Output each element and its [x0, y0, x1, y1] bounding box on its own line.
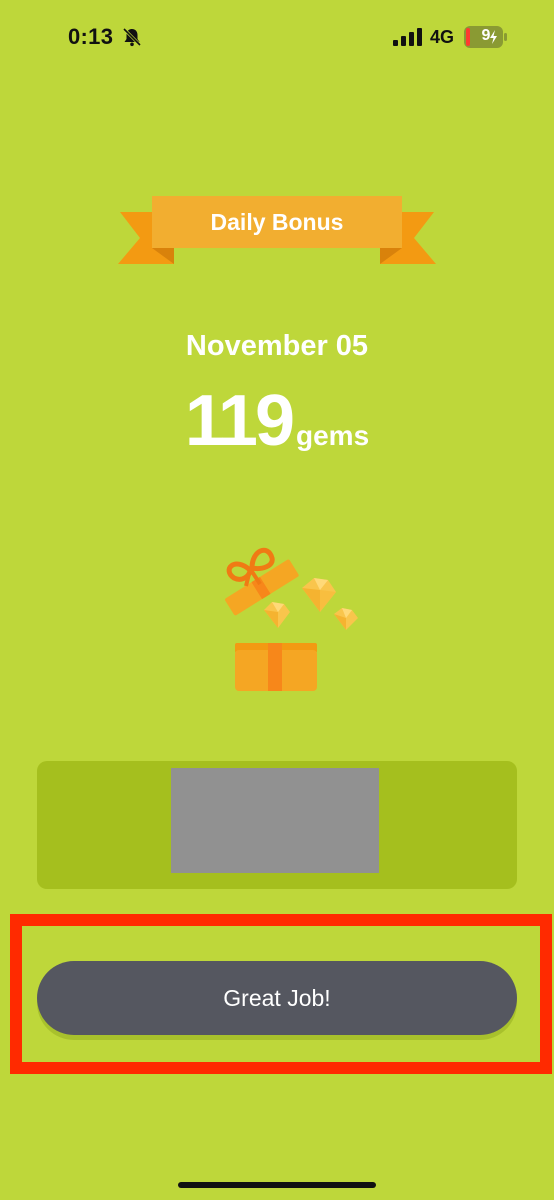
status-time: 0:13	[68, 24, 114, 49]
gems-reward: 119 gems	[0, 380, 554, 462]
status-bar: 0:13 4G 9	[0, 0, 554, 76]
ad-banner-slot	[37, 761, 517, 889]
gift-box-icon	[225, 547, 358, 691]
signal-icon	[393, 28, 422, 46]
bonus-date: November 05	[185, 330, 369, 362]
great-job-button[interactable]: Great Job!	[37, 961, 517, 1035]
ad-placeholder-image[interactable]	[171, 768, 379, 873]
daily-bonus-screen: 0:13 4G 9 Daily Bonus November 05 119 ge…	[0, 0, 554, 1200]
home-indicator[interactable]	[178, 1182, 376, 1188]
banner-title: Daily Bonus	[210, 209, 344, 235]
bell-off-icon	[122, 27, 142, 47]
network-type: 4G	[430, 27, 455, 47]
battery-level: 9	[481, 27, 491, 44]
gem-count: 119	[184, 381, 295, 461]
gem-unit: gems	[296, 420, 370, 451]
